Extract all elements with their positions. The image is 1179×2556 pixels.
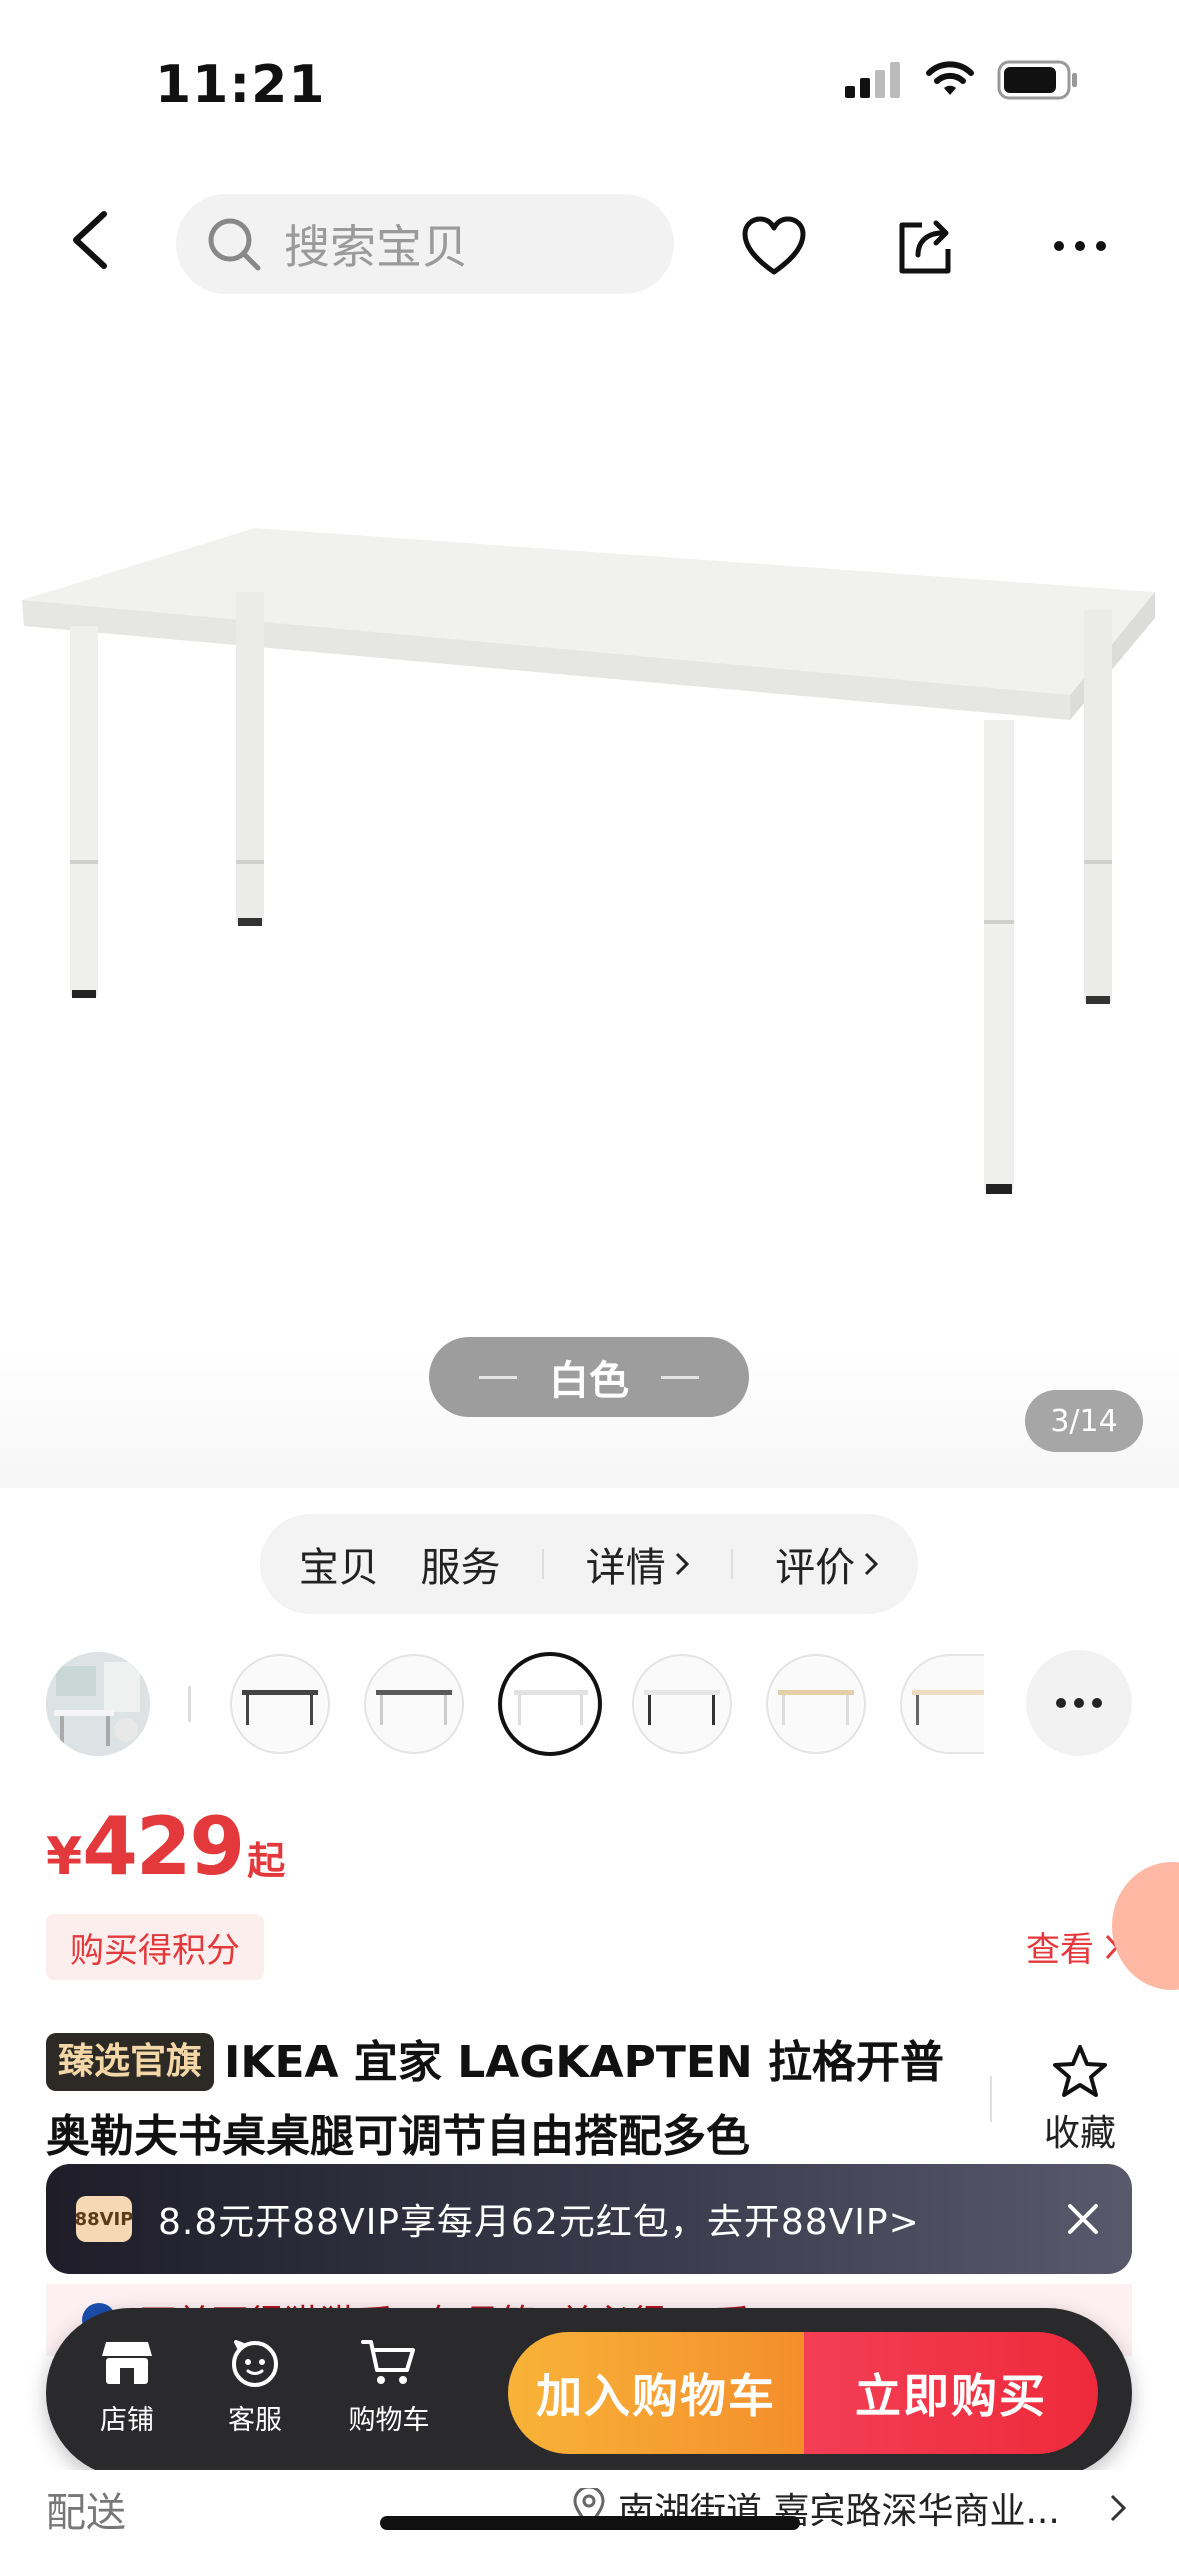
more-options-button[interactable] — [1042, 208, 1118, 284]
image-counter: 3/14 — [1025, 1390, 1143, 1452]
pill-dash-right — [661, 1375, 699, 1379]
home-indicator — [380, 2516, 800, 2530]
customer-service-label: 客服 — [228, 2405, 282, 2436]
chevron-right-icon — [865, 1552, 879, 1576]
dark-desk-thumbnail — [242, 1690, 318, 1725]
thumbnail-scene[interactable] — [46, 1652, 150, 1756]
view-link-label: 查看 — [1026, 1930, 1094, 1970]
more-dots-icon — [1056, 1698, 1102, 1708]
product-image-white-desk — [22, 528, 1155, 1194]
tab-label: 宝贝 — [298, 1545, 379, 1591]
add-to-cart-button[interactable]: 加入购物车 — [508, 2332, 804, 2454]
tab-item[interactable]: 宝贝 — [299, 1535, 379, 1593]
product-image-carousel[interactable] — [0, 300, 1179, 1488]
chevron-right-icon — [675, 1552, 689, 1576]
status-time: 11:21 — [155, 55, 326, 115]
price-currency: ¥ — [46, 1827, 83, 1887]
grey-desk-thumbnail — [376, 1690, 452, 1725]
floating-assistant-bubble[interactable] — [1112, 1862, 1179, 1990]
thumbnail-variant[interactable] — [632, 1654, 732, 1754]
price: ¥ 429 起 — [46, 1800, 285, 1893]
cellular-signal-icon — [845, 62, 900, 98]
tab-label: 评价 — [775, 1545, 856, 1591]
shopping-cart-icon — [361, 2340, 415, 2384]
white-desk-thumbnail — [514, 1690, 588, 1725]
share-icon — [899, 220, 951, 274]
close-icon — [1068, 2204, 1098, 2234]
delivery-row[interactable]: 配送 南湖街道 嘉宾路深华商业... — [0, 2470, 1179, 2556]
color-variant-pill[interactable]: 白色 — [429, 1337, 749, 1417]
tab-divider — [731, 1549, 734, 1579]
tab-divider — [542, 1549, 545, 1579]
thumbnail-variant[interactable] — [900, 1654, 984, 1754]
thumbnail-variant[interactable] — [364, 1654, 464, 1754]
shop-button[interactable]: 店铺 — [72, 2338, 182, 2437]
thumbnail-variant[interactable] — [766, 1654, 866, 1754]
battery-icon — [997, 60, 1077, 100]
price-value: 429 — [82, 1800, 245, 1893]
back-button[interactable] — [68, 210, 128, 280]
cart-button[interactable]: 购物车 — [334, 2338, 444, 2437]
status-icons — [845, 60, 1079, 100]
thumbnail-variant[interactable] — [230, 1654, 330, 1754]
vip-promo-text: 8.8元开88VIP享每月62元红包，去开88VIP> — [158, 2202, 920, 2243]
white-black-desk-thumbnail — [644, 1690, 720, 1725]
customer-service-button[interactable]: 客服 — [200, 2338, 310, 2437]
chevron-right-icon — [1110, 2494, 1127, 2522]
tab-label: 服务 — [420, 1545, 501, 1591]
favorite-product-button[interactable]: 收藏 — [1030, 2044, 1130, 2156]
buy-now-button[interactable]: 立即购买 — [804, 2332, 1098, 2454]
cart-label: 购物车 — [348, 2405, 430, 2436]
more-variants-button[interactable] — [1026, 1650, 1132, 1756]
section-tab-bar: 宝贝 服务 详情 评价 — [260, 1514, 918, 1614]
pill-dash-left — [479, 1375, 517, 1379]
search-input[interactable]: 搜索宝贝 — [176, 194, 674, 294]
tab-label: 详情 — [585, 1545, 666, 1591]
top-nav: 搜索宝贝 — [0, 190, 1179, 300]
shop-icon — [102, 2342, 152, 2384]
tab-details[interactable]: 详情 — [586, 1535, 690, 1593]
close-button[interactable] — [1058, 2194, 1108, 2244]
customer-service-icon — [232, 2340, 278, 2387]
color-variant-label: 白色 — [549, 1358, 629, 1404]
tab-reviews[interactable]: 评价 — [775, 1535, 879, 1593]
scene-thumbnail-image — [46, 1652, 150, 1756]
official-store-badge: 臻选官旗 — [46, 2033, 215, 2091]
title-divider — [990, 2076, 992, 2122]
share-button[interactable] — [888, 208, 964, 284]
favorite-button[interactable] — [736, 208, 812, 284]
variant-thumbnails — [0, 1650, 1179, 1758]
vip-logo-icon: 88VIP — [75, 2196, 133, 2242]
points-badge[interactable]: 购买得积分 — [46, 1914, 264, 1980]
star-icon — [1053, 2045, 1107, 2097]
heart-icon — [742, 216, 806, 275]
thumbnail-variant-selected[interactable] — [498, 1652, 602, 1756]
product-title: 臻选官旗 IKEA 宜家 LAGKAPTEN 拉格开普奥勒夫书桌桌腿可调节自由搭配… — [46, 2026, 976, 2174]
oak-desk-thumbnail — [778, 1690, 854, 1725]
bottom-action-bar: 店铺 客服 购物车 加入购物车 立即购买 — [46, 2308, 1132, 2478]
favorite-label: 收藏 — [1043, 2113, 1116, 2154]
wifi-icon — [926, 61, 974, 95]
view-link[interactable]: 查看 — [1026, 1922, 1120, 1971]
more-dots-icon — [1054, 241, 1106, 251]
light-desk-thumbnail — [912, 1690, 984, 1725]
vip-promo-banner[interactable]: 88VIP 8.8元开88VIP享每月62元红包，去开88VIP> — [46, 2164, 1132, 2274]
thumbnail-divider — [188, 1686, 191, 1722]
shop-label: 店铺 — [100, 2405, 154, 2436]
tab-service[interactable]: 服务 — [420, 1535, 500, 1593]
price-suffix: 起 — [247, 1839, 286, 1883]
status-bar: 11:21 — [0, 0, 1179, 170]
search-icon — [208, 218, 261, 271]
delivery-label: 配送 — [46, 2490, 126, 2536]
search-placeholder: 搜索宝贝 — [284, 220, 468, 274]
chevron-left-icon — [73, 211, 107, 269]
